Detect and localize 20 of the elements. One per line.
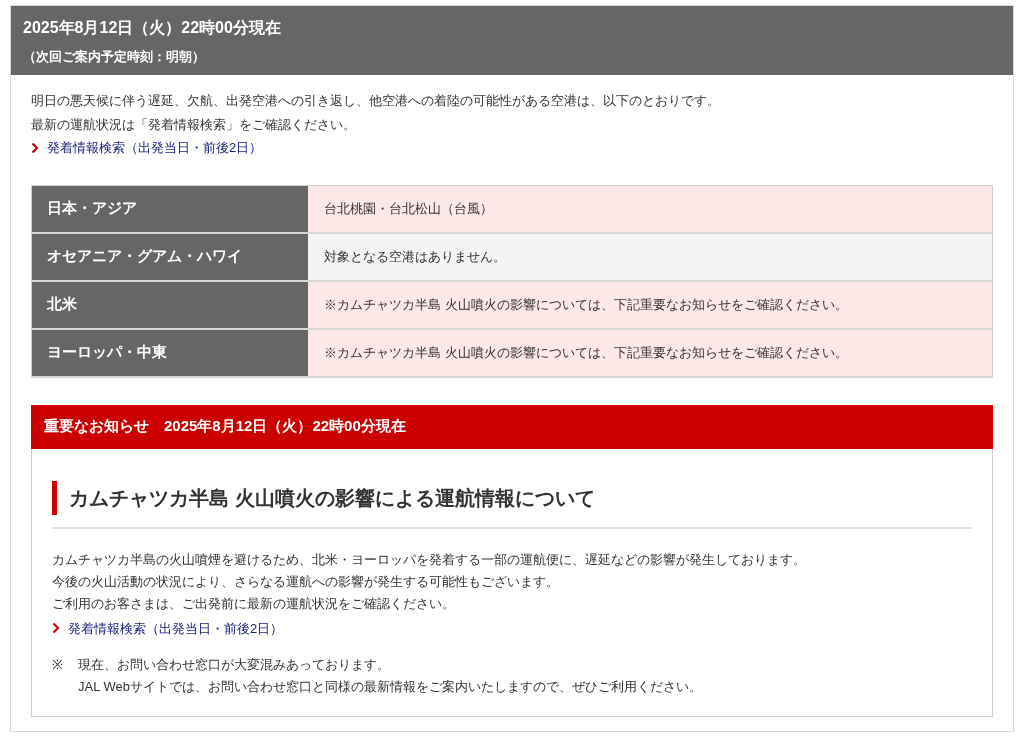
region-cell: 日本・アジア [32,185,308,232]
intro-text: 明日の悪天候に伴う遅延、欠航、出発空港への引き返し、他空港への着陸の可能性がある空港は、以下のとおりです。 最新の運航状況は「発着情報検索」をご確認ください。 [31,92,721,134]
region-cell: ヨーロッパ・中東 [32,329,308,376]
header-title: 2025年8月12日（火）22時00分現在 [23,18,282,38]
notice-heading: カムチャツカ半島 火山噴火の影響による運航情報について [52,480,595,515]
airport-cell: 対象となる空港はありません。 [308,233,992,280]
note-text: 現在、お問い合わせ窓口が大変混みあっております。 JAL Webサイトでは、お問い合わせ窓口と同様の最新情報をご案内いたしますので、ぜひご利用ください。 [78,656,703,696]
notice-text: カムチャツカ半島の火山噴煙を避けるため、北米・ヨーロッパを発着する一部の運航便に、遅延などの影響が発生しております。 今後の火山活動の状況により、さらなる運航への影響が発生する可能性もございます。 ご利用のお客さまは、ご出発前に最新の運航状況をご確認ください。 [52,550,807,613]
notice-banner: 重要なお知らせ 2025年8月12日（火）22時00分現在 [31,404,993,449]
chevron-icon [52,622,60,635]
airport-cell: ※カムチャツカ半島 火山噴火の影響については、下記重要なお知らせをご確認ください。 [308,281,992,328]
search-link[interactable]: 発着情報検索（出発当日・前後2日） [47,138,263,158]
note-mark: ※ [52,656,64,674]
airport-cell: 台北桃園・台北松山（台風） [308,185,992,232]
chevron-icon [31,141,39,154]
search-link[interactable]: 発着情報検索（出発当日・前後2日） [68,618,284,638]
header-subtitle: （次回ご案内予定時刻：明朝） [23,48,206,66]
region-cell: オセアニア・グアム・ハワイ [32,233,308,280]
airport-cell: ※カムチャツカ半島 火山噴火の影響については、下記重要なお知らせをご確認ください。 [308,329,992,376]
region-cell: 北米 [32,281,308,328]
